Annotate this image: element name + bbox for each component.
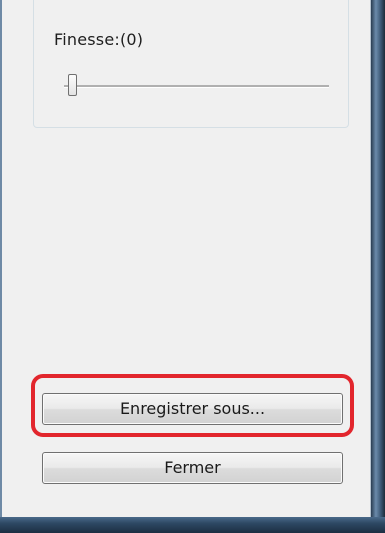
save-as-button[interactable]: Enregistrer sous... xyxy=(42,393,343,425)
slider-track[interactable] xyxy=(64,85,329,88)
finesse-label: Finesse:(0) xyxy=(54,30,144,49)
window-frame-bottom xyxy=(0,517,385,533)
close-button[interactable]: Fermer xyxy=(42,452,343,484)
slider-thumb[interactable] xyxy=(68,74,77,96)
finesse-slider[interactable] xyxy=(64,74,329,98)
settings-group-box xyxy=(33,0,349,128)
window-frame-right xyxy=(371,0,385,533)
